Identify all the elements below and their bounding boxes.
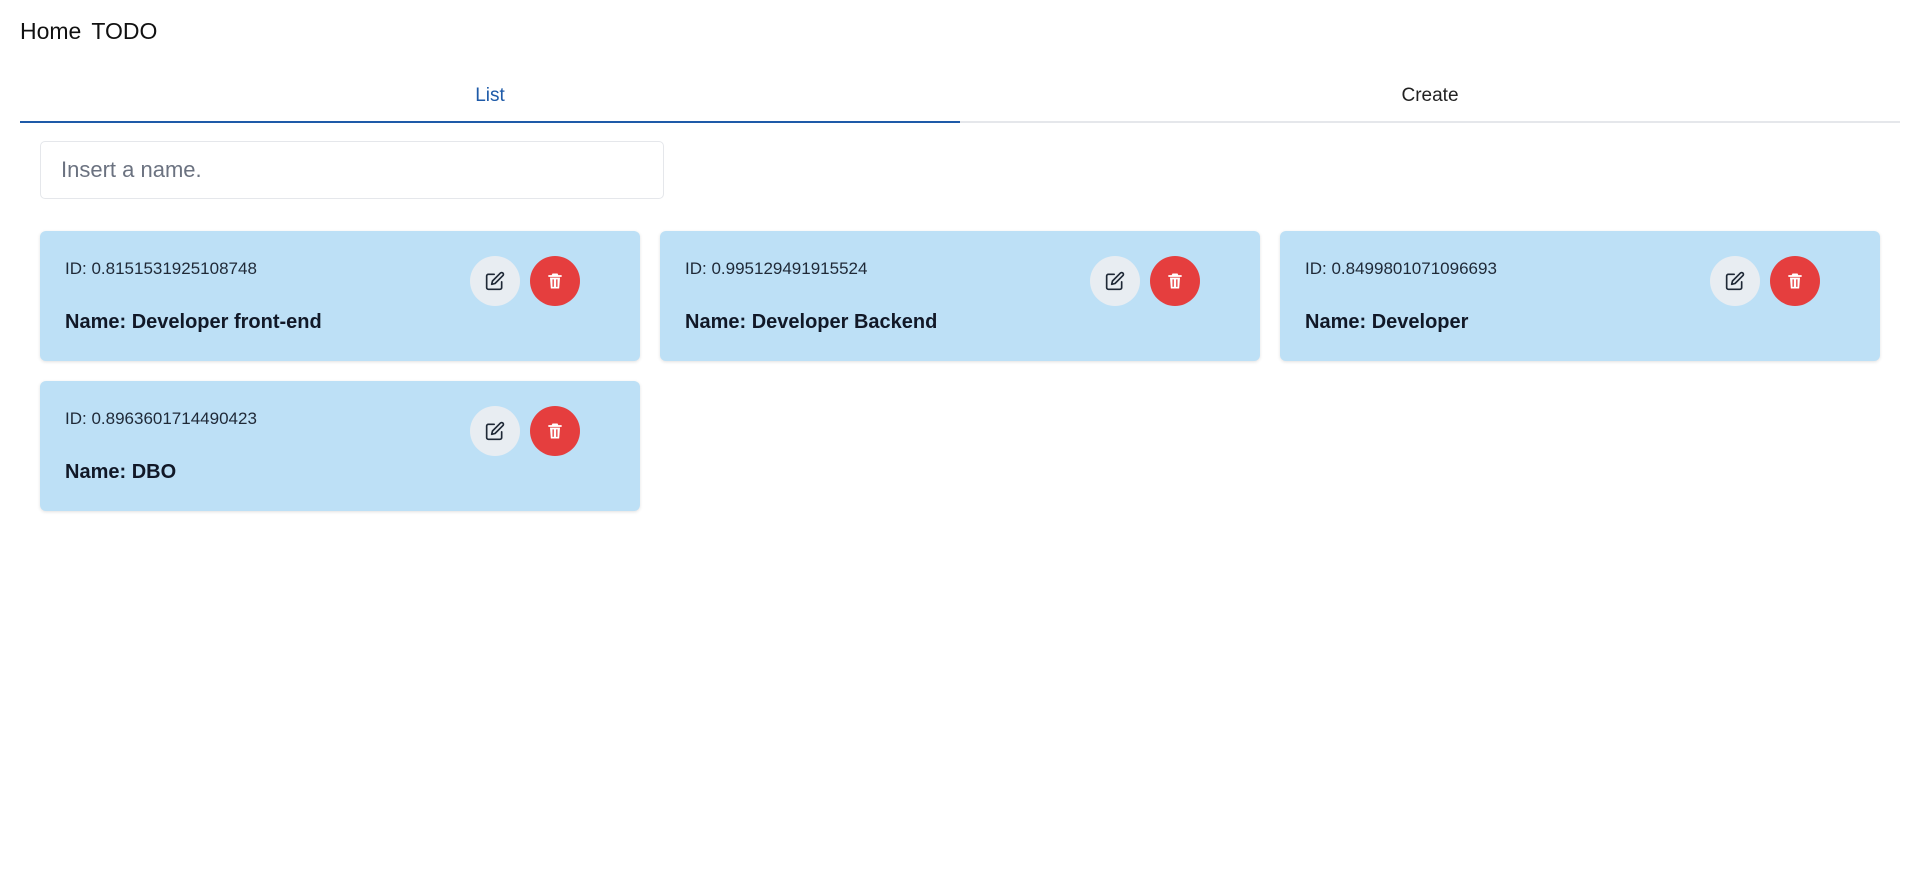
todo-card-id: ID: 0.995129491915524 xyxy=(685,259,868,278)
todo-card-id: ID: 0.8151531925108748 xyxy=(65,259,257,278)
todo-card-name-value: Developer front-end xyxy=(131,311,322,333)
trash-icon xyxy=(1788,273,1802,289)
tab-bar: List Create xyxy=(20,76,1900,123)
tab-create[interactable]: Create xyxy=(960,76,1900,121)
edit-button[interactable] xyxy=(470,406,520,456)
edit-icon xyxy=(1105,271,1125,291)
top-nav: Home TODO xyxy=(20,18,157,45)
todo-card: ID: 0.995129491915524 Name: Developer Ba… xyxy=(660,231,1260,361)
todo-card-grid: ID: 0.8151531925108748 Name: Developer f… xyxy=(40,231,1880,511)
delete-button[interactable] xyxy=(1770,256,1820,306)
todo-card-name: Name: Developer front-end xyxy=(65,311,322,334)
trash-icon xyxy=(1168,273,1182,289)
nav-todo-link[interactable]: TODO xyxy=(91,18,157,45)
todo-card: ID: 0.8151531925108748 Name: Developer f… xyxy=(40,231,640,361)
edit-button[interactable] xyxy=(1090,256,1140,306)
todo-card-id: ID: 0.8963601714490423 xyxy=(65,409,257,428)
edit-button[interactable] xyxy=(1710,256,1760,306)
todo-card-id: ID: 0.8499801071096693 xyxy=(1305,259,1497,278)
todo-card-name: Name: DBO xyxy=(65,461,176,484)
todo-card-name: Name: Developer Backend xyxy=(685,311,937,334)
todo-card: ID: 0.8963601714490423 Name: DBO xyxy=(40,381,640,511)
todo-card: ID: 0.8499801071096693 Name: Developer xyxy=(1280,231,1880,361)
trash-icon xyxy=(548,273,562,289)
trash-icon xyxy=(548,423,562,439)
todo-card-name-prefix: Name: xyxy=(65,311,132,333)
todo-card-name-value: DBO xyxy=(131,461,177,483)
delete-button[interactable] xyxy=(1150,256,1200,306)
todo-card-name: Name: Developer xyxy=(1305,311,1468,334)
todo-card-name-prefix: Name: xyxy=(1305,311,1372,333)
delete-button[interactable] xyxy=(530,406,580,456)
edit-button[interactable] xyxy=(470,256,520,306)
search-input[interactable] xyxy=(40,141,664,199)
tab-list[interactable]: List xyxy=(20,76,960,123)
edit-icon xyxy=(1725,271,1745,291)
todo-card-name-prefix: Name: xyxy=(685,311,752,333)
delete-button[interactable] xyxy=(530,256,580,306)
edit-icon xyxy=(485,271,505,291)
todo-card-name-value: Developer xyxy=(1371,311,1469,333)
todo-card-name-value: Developer Backend xyxy=(751,311,938,333)
todo-card-name-prefix: Name: xyxy=(65,461,132,483)
edit-icon xyxy=(485,421,505,441)
nav-home-link[interactable]: Home xyxy=(20,18,81,45)
